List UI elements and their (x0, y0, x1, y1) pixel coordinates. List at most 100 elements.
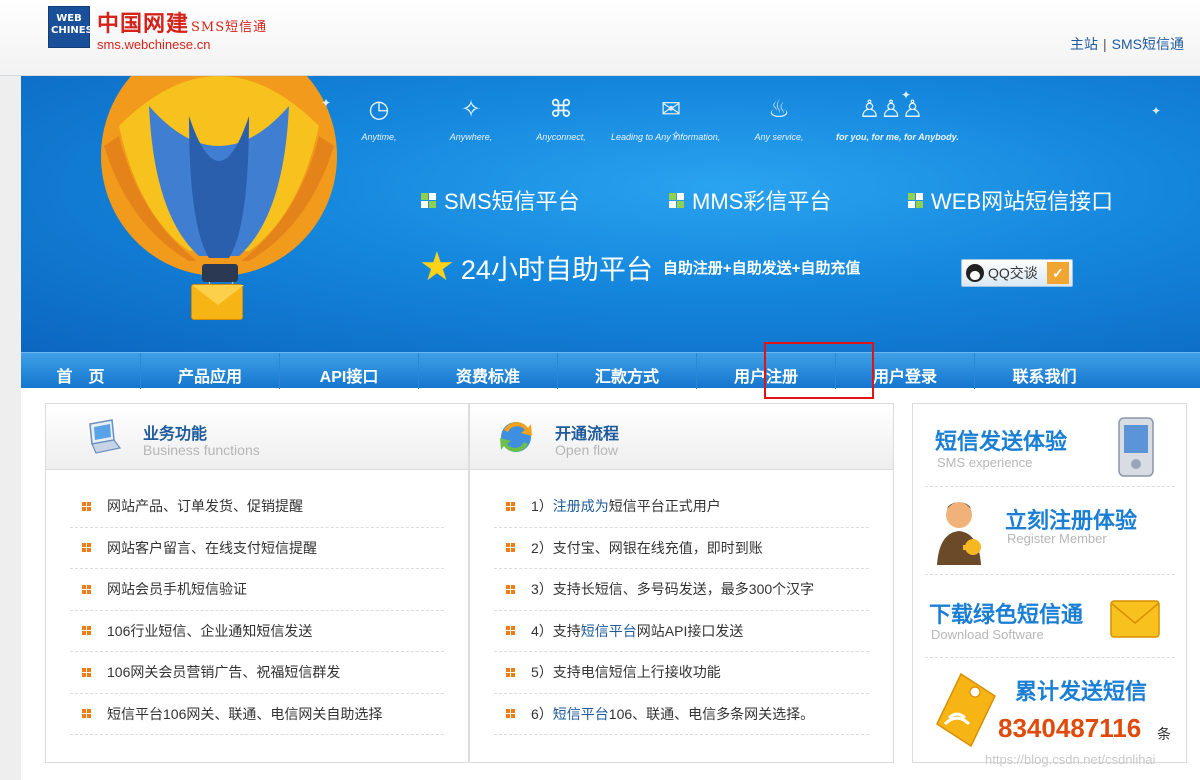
clock-icon: ◷ (368, 96, 390, 123)
feature-anybody: ♙♙♙ for you, for me, for Anybody. (836, 96, 959, 142)
envelope-download-icon (1110, 600, 1160, 638)
list-item: 1） 注册成为 短信平台正式用户 (494, 486, 869, 528)
grid-icon (421, 192, 436, 208)
bullet-icon (82, 584, 91, 594)
service-mms[interactable]: MMS彩信平台 (669, 184, 831, 216)
logo-url: sms.webchinese.cn (97, 37, 211, 52)
bullet-icon (82, 543, 91, 553)
business-list: 网站产品、订单发货、促销提醒 网站客户留言、在线支付短信提醒 网站会员手机短信验… (46, 486, 468, 735)
bullet-icon (82, 626, 91, 636)
register-subtitle: Register Member (1007, 531, 1107, 546)
download-subtitle: Download Software (931, 627, 1044, 642)
tag-icon (936, 672, 996, 748)
download-title: 下载绿色短信通 (929, 603, 1084, 628)
process-panel-header: 开通流程 Open flow (470, 404, 893, 470)
slogan-sub: 自助注册+自助发送+自助充值 (662, 259, 861, 277)
nav-pricing[interactable]: 资费标准 (419, 353, 558, 389)
download-block[interactable]: 下载绿色短信通 Download Software (925, 575, 1175, 658)
link-sms[interactable]: SMS短信通 (1112, 36, 1184, 52)
nav-api[interactable]: API接口 (280, 353, 419, 389)
penguin-icon (966, 264, 984, 282)
sms-experience-subtitle: SMS experience (937, 455, 1033, 470)
service-icon: ♨ (768, 96, 790, 123)
feature-anytime: ◷ Anytime, (339, 96, 419, 142)
bullet-icon (506, 709, 515, 719)
sms-experience-block[interactable]: 短信发送体验 SMS experience (925, 404, 1175, 487)
feature-anywhere: ✧ Anywhere, (431, 96, 511, 142)
refresh-globe-icon (500, 422, 532, 452)
register-link[interactable]: 注册成为 (553, 496, 609, 516)
main-nav: 首 页 产品应用 API接口 资费标准 汇款方式 用户注册 用户登录 联系我们 (21, 352, 1200, 389)
grid-icon (908, 192, 923, 208)
bullet-icon (506, 667, 515, 677)
nav-payment[interactable]: 汇款方式 (558, 353, 697, 389)
sms-counter: 8340487116 (998, 713, 1142, 743)
list-item: 6） 短信平台 106、联通、电信多条网关选择。 (494, 694, 869, 735)
list-item[interactable]: 106网关会员营销广告、祝福短信群发 (70, 652, 444, 694)
bullet-icon (506, 501, 515, 511)
list-item[interactable]: 106行业短信、企业通知短信发送 (70, 611, 444, 652)
feature-anyconnect: ⌘ Anyconnect, (521, 96, 601, 142)
list-item: 2） 支付宝、网银在线充值，即时到账 (494, 528, 869, 569)
logo-title: 中国网建 SMS短信通 (97, 11, 268, 37)
sms-platform-link[interactable]: 短信平台 (581, 621, 637, 641)
right-sidebar: 短信发送体验 SMS experience 立刻注册体验 Register Me… (912, 403, 1187, 763)
logo-badge: WEB CHINESE (48, 6, 100, 48)
hero-banner: ✦ ✦ ✦ ✧ ◷ Anytime, ✧ Anywhere, ⌘ Anyconn… (21, 76, 1200, 352)
bullet-icon (506, 584, 515, 594)
total-sent-title: 累计发送短信 (1015, 680, 1148, 705)
banner-slogan: ★ 24小时自助平台 自助注册+自助发送+自助充值 (419, 244, 860, 290)
slogan-main: 24小时自助平台 (460, 254, 653, 285)
process-title: 开通流程 (555, 426, 620, 443)
highlight-annotation (764, 342, 874, 399)
nav-contact[interactable]: 联系我们 (975, 353, 1114, 389)
site-logo[interactable]: WEB CHINESE 中国网建 SMS短信通 sms.webchinese.cn (48, 6, 267, 52)
user-key-icon (937, 502, 981, 565)
people-icon: ♙♙♙ (858, 96, 924, 123)
service-web[interactable]: WEB网站短信接口 (908, 184, 1113, 216)
left-gutter (0, 76, 21, 780)
business-subtitle: Business functions (143, 442, 260, 458)
feature-information: ✉ Leading to Any information, (611, 96, 721, 142)
star-icon: ★ (419, 245, 455, 289)
register-block[interactable]: 立刻注册体验 Register Member (925, 487, 1175, 575)
list-item: 3） 支持长短信、多号码发送，最多300个汉字 (494, 569, 869, 611)
connect-icon: ⌘ (549, 96, 573, 123)
check-icon: ✓ (1047, 262, 1069, 284)
laptop-icon (89, 419, 122, 454)
business-title: 业务功能 (143, 426, 208, 443)
bullet-icon (82, 667, 91, 677)
list-item[interactable]: 短信平台106网关、联通、电信网关自助选择 (70, 694, 444, 735)
nav-products[interactable]: 产品应用 (141, 353, 280, 389)
envelope-icon (191, 284, 244, 320)
business-panel-header: 业务功能 Business functions (46, 404, 468, 470)
qq-chat-button[interactable]: QQ交谈 ✓ (961, 259, 1073, 287)
sms-platform-link[interactable]: 短信平台 (553, 704, 609, 724)
list-item: 4） 支持 短信平台 网站API接口发送 (494, 611, 869, 652)
bullet-icon (82, 709, 91, 719)
list-item[interactable]: 网站产品、订单发货、促销提醒 (70, 486, 444, 528)
feature-service: ♨ Any service, (739, 96, 819, 142)
sparkle-icon: ✦ (1151, 104, 1162, 118)
list-item: 5） 支持电信短信上行接收功能 (494, 652, 869, 694)
bullet-icon (506, 626, 515, 636)
list-item[interactable]: 网站会员手机短信验证 (70, 569, 444, 611)
list-item[interactable]: 网站客户留言、在线支付短信提醒 (70, 528, 444, 569)
top-header: WEB CHINESE 中国网建 SMS短信通 sms.webchinese.cn… (0, 0, 1200, 76)
process-panel: 开通流程 Open flow 1） 注册成为 短信平台正式用户 2） 支付宝、网银在线… (469, 403, 894, 763)
sms-experience-title: 短信发送体验 (935, 430, 1068, 455)
compass-icon: ✧ (460, 96, 482, 123)
mail-icon: ✉ (660, 96, 682, 123)
bullet-icon (82, 501, 91, 511)
process-list: 1） 注册成为 短信平台正式用户 2） 支付宝、网银在线充值，即时到账 3） 支持长短信… (470, 486, 893, 735)
counter-unit: 条 (1157, 726, 1171, 742)
total-sent-block: 累计发送短信 (925, 658, 1175, 762)
grid-icon (669, 192, 684, 208)
link-main-site[interactable]: 主站 (1070, 36, 1098, 52)
logo-text: 中国网建 SMS短信通 sms.webchinese.cn (97, 6, 267, 52)
phone-icon (1118, 417, 1154, 477)
sparkle-icon: ✦ (321, 96, 332, 110)
nav-home[interactable]: 首 页 (21, 353, 141, 389)
top-links: 主站 | SMS短信通 (1070, 34, 1184, 54)
service-sms[interactable]: SMS短信平台 (421, 184, 580, 216)
